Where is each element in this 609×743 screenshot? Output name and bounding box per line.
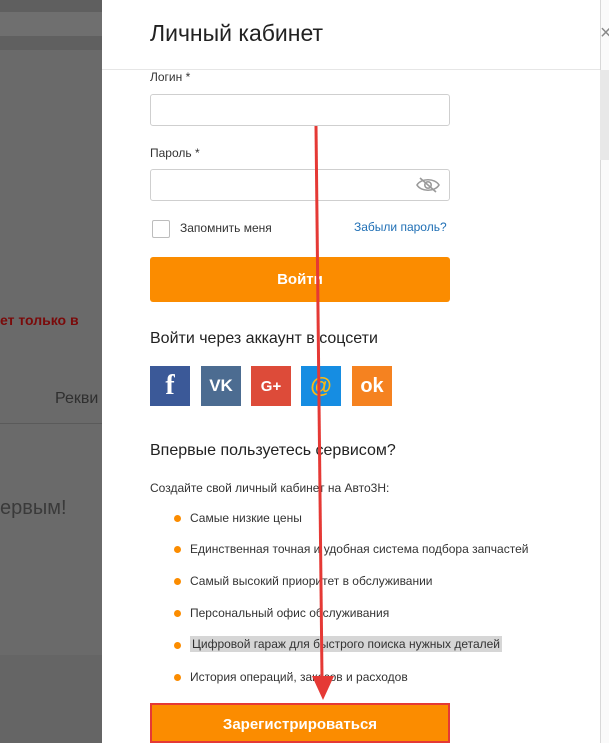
forgot-password-link[interactable]: Забыли пароль? xyxy=(354,220,447,234)
modal-header: Личный кабинет xyxy=(102,0,600,70)
bullet-icon xyxy=(174,546,181,553)
bullet-icon xyxy=(174,642,181,649)
odnoklassniki-icon[interactable]: ok xyxy=(352,366,392,406)
background-requisites-tab: Рекви xyxy=(55,390,99,407)
feature-item: Единственная точная и удобная система по… xyxy=(190,542,529,556)
background-divider xyxy=(0,36,102,50)
password-input[interactable] xyxy=(150,169,450,201)
login-label: Логин * xyxy=(150,70,191,84)
password-label: Пароль * xyxy=(150,146,200,160)
create-account-text: Создайте свой личный кабинет на Авто3Н: xyxy=(150,481,390,495)
background-page: ет только в Рекви ервым! xyxy=(0,0,102,743)
feature-item-highlighted: Цифровой гараж для быстрого поиска нужны… xyxy=(190,636,503,652)
feature-item: Самый высокий приоритет в обслуживании xyxy=(190,574,433,588)
bullet-icon xyxy=(174,610,181,617)
login-modal: Личный кабинет Логин * Пароль * Запомнит… xyxy=(102,0,600,743)
page-scrollbar-thumb[interactable] xyxy=(600,70,609,160)
background-alert-text: ет только в xyxy=(0,312,79,328)
remember-label: Запомнить меня xyxy=(180,221,272,235)
social-login-title: Войти через аккаунт в соцсети xyxy=(150,330,378,347)
background-header xyxy=(0,0,102,12)
feature-item: Персональный офис обслуживания xyxy=(190,606,390,620)
mail-ru-icon[interactable]: @ xyxy=(301,366,341,406)
background-footer xyxy=(0,655,102,743)
feature-item-text: Цифровой гараж для быстрого поиска нужны… xyxy=(190,636,503,652)
eye-off-icon[interactable] xyxy=(416,177,440,193)
bullet-icon xyxy=(174,578,181,585)
vkontakte-icon[interactable]: VK xyxy=(201,366,241,406)
background-promo-text: ервым! xyxy=(0,497,67,519)
google-plus-icon[interactable]: G+ xyxy=(251,366,291,406)
background-line xyxy=(0,423,102,424)
facebook-icon[interactable]: f xyxy=(150,366,190,406)
login-input[interactable] xyxy=(150,94,450,126)
new-user-title: Впервые пользуетесь сервисом? xyxy=(150,442,396,459)
bullet-icon xyxy=(174,674,181,681)
feature-item: История операций, заказов и расходов xyxy=(190,670,408,684)
close-icon[interactable]: × xyxy=(600,22,609,45)
feature-item: Самые низкие цены xyxy=(190,511,302,525)
register-button[interactable]: Зарегистрироваться xyxy=(150,703,450,743)
login-button[interactable]: Войти xyxy=(150,257,450,302)
bullet-icon xyxy=(174,515,181,522)
modal-title: Личный кабинет xyxy=(150,20,324,46)
remember-checkbox[interactable] xyxy=(152,220,170,238)
